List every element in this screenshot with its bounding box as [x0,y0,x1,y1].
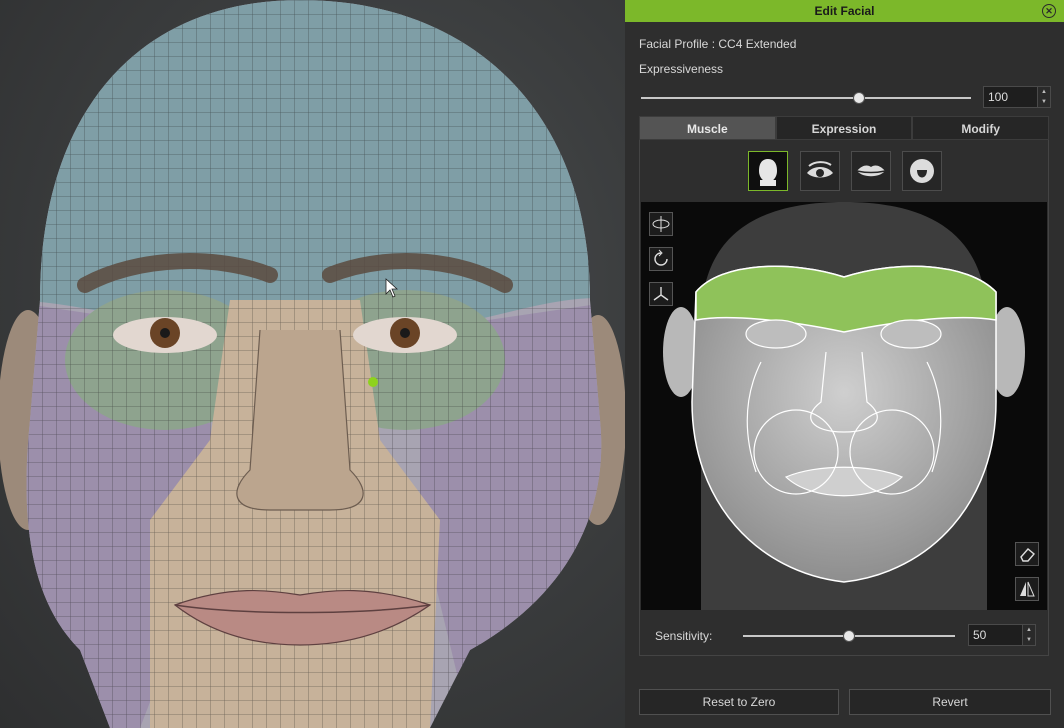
expressiveness-value: 100 [988,90,1009,104]
sensitivity-spinner[interactable]: ▲ ▼ [1022,625,1035,645]
tongue-region-icon [910,159,934,183]
facial-profile-label: Facial Profile : CC4 Extended [639,37,797,51]
tongue-region-button[interactable] [902,151,942,191]
edit-facial-panel: Edit Facial ✕ Facial Profile : CC4 Exten… [625,0,1064,728]
reset-to-zero-button[interactable]: Reset to Zero [639,689,839,715]
expressiveness-label: Expressiveness [639,62,724,76]
mouth-region-icon [856,165,886,177]
tab-bar: Muscle Expression Modify [639,116,1050,140]
orbit-icon [652,216,670,232]
3d-viewport[interactable] [0,0,625,728]
sensitivity-slider-thumb[interactable] [843,630,855,642]
sensitivity-label: Sensitivity: [655,629,713,643]
panel-title: Edit Facial [625,0,1064,22]
orbit-button[interactable] [649,212,673,236]
face-diagram [663,202,1025,610]
sensitivity-input[interactable]: 50 ▲ ▼ [968,624,1036,646]
head-model-render [0,0,625,728]
mirror-icon [1020,581,1035,597]
axis-button[interactable] [649,282,673,306]
axis-icon [653,287,669,301]
expressiveness-input[interactable]: 100 ▲ ▼ [983,86,1051,108]
sensitivity-value: 50 [973,628,987,642]
eye-region-button[interactable] [800,151,840,191]
expressiveness-slider-thumb[interactable] [852,92,865,104]
tab-expression[interactable]: Expression [775,116,913,140]
head-region-button[interactable] [748,151,788,191]
tab-modify[interactable]: Modify [912,116,1050,140]
tab-muscle[interactable]: Muscle [639,116,776,140]
expressiveness-slider[interactable] [641,97,971,99]
revert-button[interactable]: Revert [849,689,1051,715]
close-icon[interactable]: ✕ [1042,4,1056,18]
eye-region-icon [807,161,833,178]
mouth-region-button[interactable] [851,151,891,191]
rotate-button[interactable] [649,247,673,271]
mirror-button[interactable] [1015,577,1039,601]
rotate-icon [654,249,668,266]
expressiveness-spinner[interactable]: ▲ ▼ [1037,87,1050,107]
muscle-face-preview[interactable] [641,202,1047,610]
head-region-icon [759,159,777,186]
eraser-button[interactable] [1015,542,1039,566]
eraser-icon [1020,548,1035,562]
